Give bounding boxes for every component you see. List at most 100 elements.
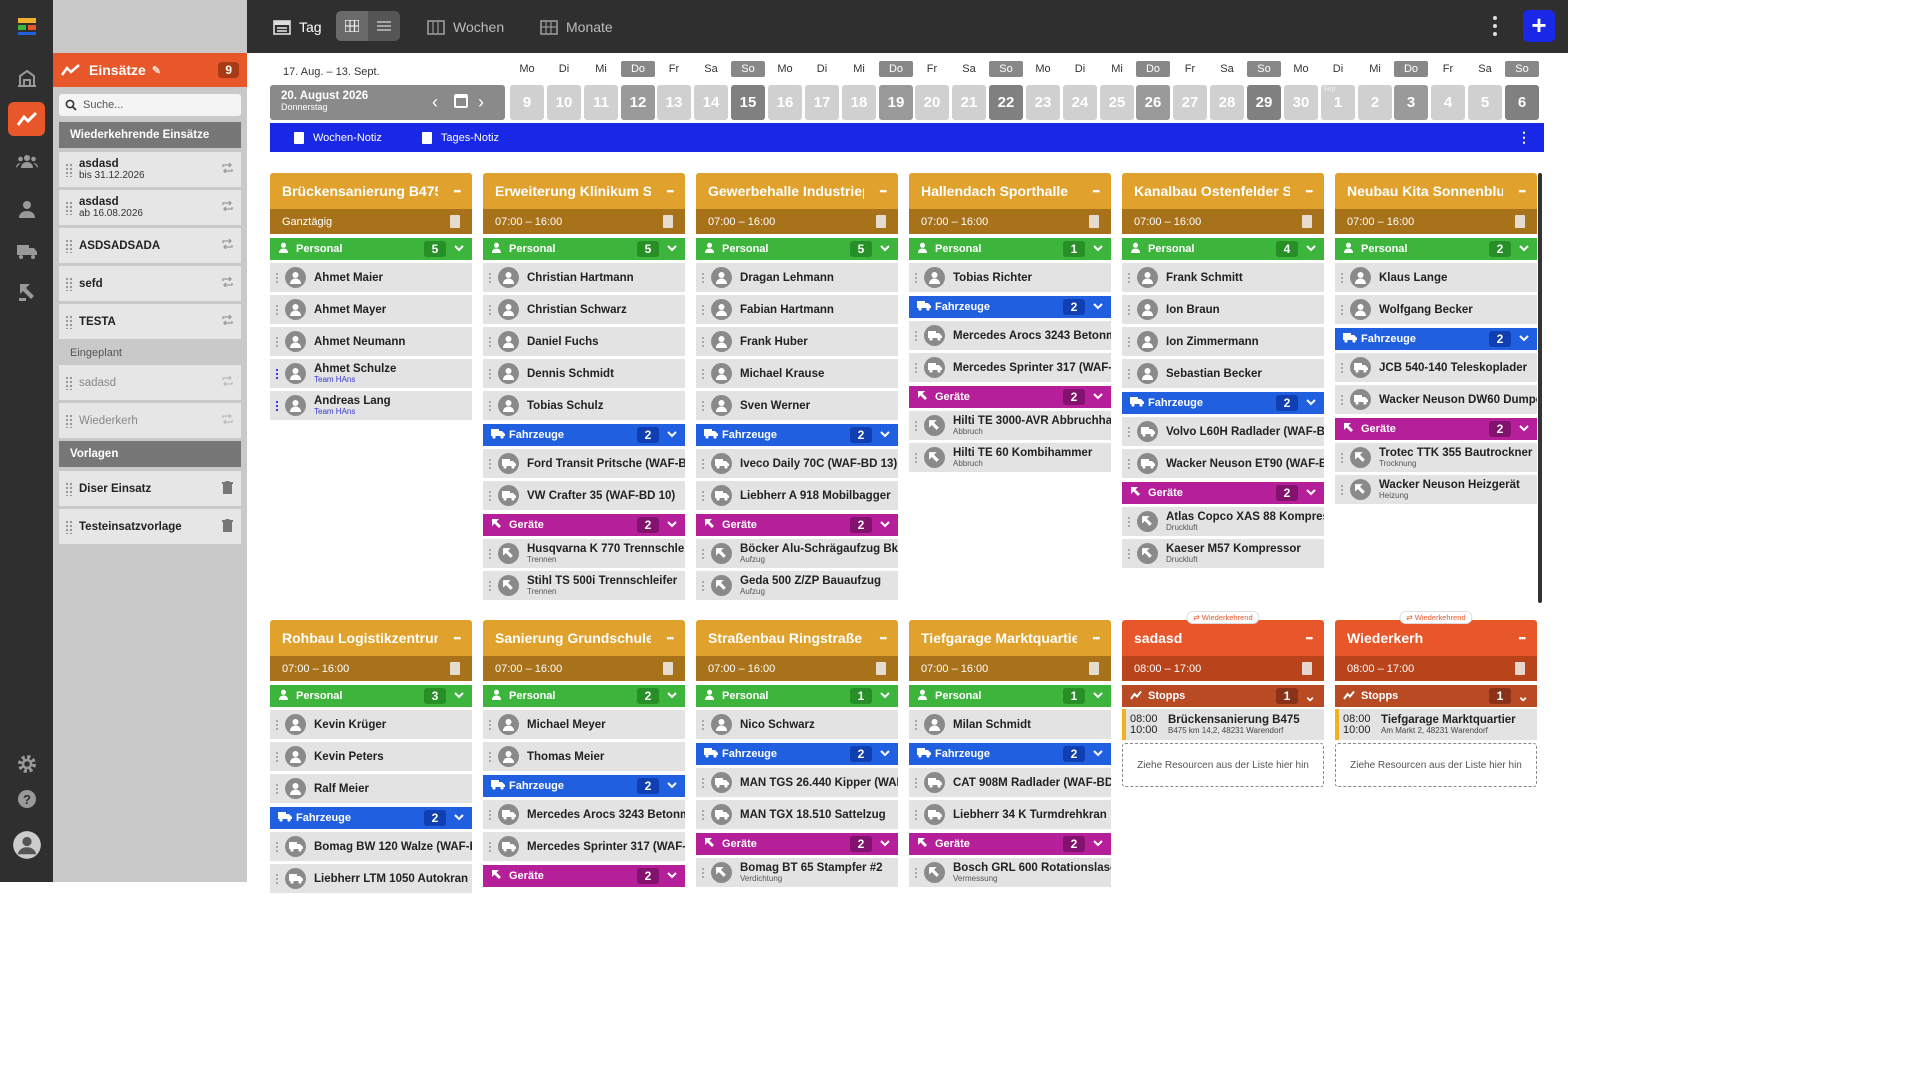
resource-item[interactable]: Sebastian Becker <box>1122 359 1324 388</box>
drag-handle-icon[interactable] <box>488 271 491 284</box>
drag-handle-icon[interactable] <box>701 547 704 560</box>
chevron-down-icon[interactable] <box>1085 838 1103 850</box>
document-icon[interactable] <box>876 662 886 675</box>
day-column[interactable]: Mo 23 <box>1026 61 1060 120</box>
document-icon[interactable] <box>1515 662 1525 675</box>
drag-handle-icon[interactable] <box>1127 457 1130 470</box>
tools-icon[interactable] <box>8 275 45 309</box>
drag-handle-icon[interactable] <box>914 271 917 284</box>
job-card-header[interactable]: sadasd ••• <box>1122 620 1324 656</box>
day-number-button[interactable]: 25 <box>1100 85 1134 120</box>
drag-handle-icon[interactable] <box>275 750 278 763</box>
resource-item[interactable]: Geda 500 Z/ZP Bauaufzug Aufzug <box>696 571 898 600</box>
drag-handle-icon[interactable] <box>1340 271 1343 284</box>
resource-item[interactable]: Michael Krause <box>696 359 898 388</box>
person-icon[interactable] <box>8 192 45 226</box>
day-number-button[interactable]: 27 <box>1173 85 1207 120</box>
job-card-header[interactable]: Sanierung Grundschule ••• <box>483 620 685 656</box>
resource-item[interactable]: Dragan Lehmann <box>696 263 898 292</box>
drag-handle-icon[interactable] <box>488 335 491 348</box>
resource-item[interactable]: Tobias Richter <box>909 263 1111 292</box>
drag-handle-icon[interactable] <box>914 361 917 374</box>
job-card[interactable]: Neubau Kita Sonnenblume••• 07:00 – 16:00 P… <box>1335 173 1537 504</box>
drag-handle-icon[interactable] <box>1127 367 1130 380</box>
chevron-down-icon[interactable] <box>659 690 677 702</box>
resource-group-header[interactable]: Personal 2 <box>483 685 685 707</box>
resource-group-header[interactable]: Geräte 2 <box>909 386 1111 408</box>
day-column[interactable]: Fr 20 <box>915 61 949 120</box>
day-number-button[interactable]: 13 <box>657 85 691 120</box>
chevron-down-icon[interactable] <box>1085 243 1103 255</box>
day-column[interactable]: Di 10 <box>547 61 581 120</box>
resource-group-header[interactable]: Fahrzeuge 2 <box>1335 328 1537 350</box>
drag-handle-icon[interactable] <box>275 335 278 348</box>
resource-group-header[interactable]: Fahrzeuge 2 <box>696 743 898 765</box>
job-card[interactable]: Brückensanierung B475 ••• Ganztägig Persona… <box>270 173 472 420</box>
document-icon[interactable] <box>663 662 673 675</box>
chevron-down-icon[interactable] <box>872 748 890 760</box>
day-number-button[interactable]: 29 <box>1247 85 1281 120</box>
drag-handle-icon[interactable] <box>488 457 491 470</box>
resource-item[interactable]: Michael Meyer <box>483 710 685 739</box>
einsaetze-header[interactable]: Einsätze ✎ 9 <box>53 53 247 87</box>
resource-group-header[interactable]: Personal 2 <box>1335 238 1537 260</box>
chevron-down-icon[interactable] <box>1511 333 1529 345</box>
help-icon[interactable]: ? <box>8 782 45 816</box>
chevron-down-icon[interactable] <box>1085 301 1103 313</box>
day-column[interactable]: So 6 <box>1505 61 1539 120</box>
job-card-header[interactable]: Wiederkerh ••• <box>1335 620 1537 656</box>
resource-item[interactable]: Bosch GRL 600 Rotationslaser Vermessung <box>909 858 1111 887</box>
card-menu-icon[interactable]: ••• <box>864 186 887 196</box>
chevron-down-icon[interactable] <box>659 870 677 882</box>
drag-handle-icon[interactable] <box>914 718 917 731</box>
drag-handle-icon[interactable] <box>701 399 704 412</box>
job-card[interactable]: Gewerbehalle Industriepark••• 07:00 – 16:… <box>696 173 898 600</box>
day-number-button[interactable]: 24 <box>1063 85 1097 120</box>
resource-item[interactable]: Stihl TS 500i Trennschleifer Trennen <box>483 571 685 600</box>
resource-item[interactable]: Christian Hartmann <box>483 263 685 292</box>
card-menu-icon[interactable]: ••• <box>1503 633 1526 643</box>
day-column[interactable]: Mi 2 <box>1358 61 1392 120</box>
drag-handle-icon[interactable] <box>65 481 72 496</box>
drag-handle-icon[interactable] <box>488 718 491 731</box>
job-card[interactable]: Sanierung Grundschule ••• 07:00 – 16:00 Per… <box>483 620 685 887</box>
day-column[interactable]: Sa 5 <box>1468 61 1502 120</box>
resource-item[interactable]: Sven Werner <box>696 391 898 420</box>
resource-item[interactable]: Bomag BT 65 Stampfer #2 Verdichtung <box>696 858 898 887</box>
chevron-down-icon[interactable] <box>1298 487 1316 499</box>
resource-group-header[interactable]: Personal 5 <box>270 238 472 260</box>
chevron-down-icon[interactable] <box>446 243 464 255</box>
chevron-down-icon[interactable] <box>1085 748 1103 760</box>
day-number-button[interactable]: 9 <box>510 85 544 120</box>
drag-handle-icon[interactable] <box>65 162 72 177</box>
add-button[interactable]: + <box>1523 10 1555 42</box>
day-number-button[interactable]: 11 <box>584 85 618 120</box>
drag-handle-icon[interactable] <box>65 314 72 329</box>
edit-icon[interactable]: ✎ <box>152 64 161 77</box>
chevron-down-icon[interactable] <box>1511 423 1529 435</box>
dashboard-icon[interactable] <box>8 61 45 95</box>
resource-item[interactable]: Wacker Neuson ET90 (WAF-BD 21) <box>1122 449 1324 478</box>
resource-item[interactable]: Wacker Neuson DW60 Dumper <box>1335 385 1537 414</box>
resource-item[interactable]: MAN TGS 26.440 Kipper (WAF-BD 40) <box>696 768 898 797</box>
layout-toggle[interactable] <box>336 11 400 41</box>
drag-handle-icon[interactable] <box>701 489 704 502</box>
day-number-button[interactable]: 15 <box>731 85 765 120</box>
document-icon[interactable] <box>1302 662 1312 675</box>
resource-group-header[interactable]: Fahrzeuge 2 <box>696 424 898 446</box>
resource-item[interactable]: Liebherr A 918 Mobilbagger <box>696 481 898 510</box>
chevron-down-icon[interactable] <box>872 690 890 702</box>
view-day-button[interactable]: Tag <box>273 14 322 40</box>
job-card-header[interactable]: Kanalbau Ostenfelder Straße••• <box>1122 173 1324 209</box>
next-day-icon[interactable]: › <box>478 93 484 111</box>
drag-handle-icon[interactable] <box>65 519 72 534</box>
day-column[interactable]: Mo 16 <box>768 61 802 120</box>
day-number-button[interactable]: 2 <box>1358 85 1392 120</box>
day-column[interactable]: Mi 11 <box>584 61 618 120</box>
day-number-button[interactable]: 18 <box>842 85 876 120</box>
drag-handle-icon[interactable] <box>914 808 917 821</box>
drag-handle-icon[interactable] <box>1340 483 1343 496</box>
resource-group-header[interactable]: Personal 1 <box>909 685 1111 707</box>
day-column[interactable]: So 29 <box>1247 61 1281 120</box>
drag-handle-icon[interactable] <box>65 238 72 253</box>
